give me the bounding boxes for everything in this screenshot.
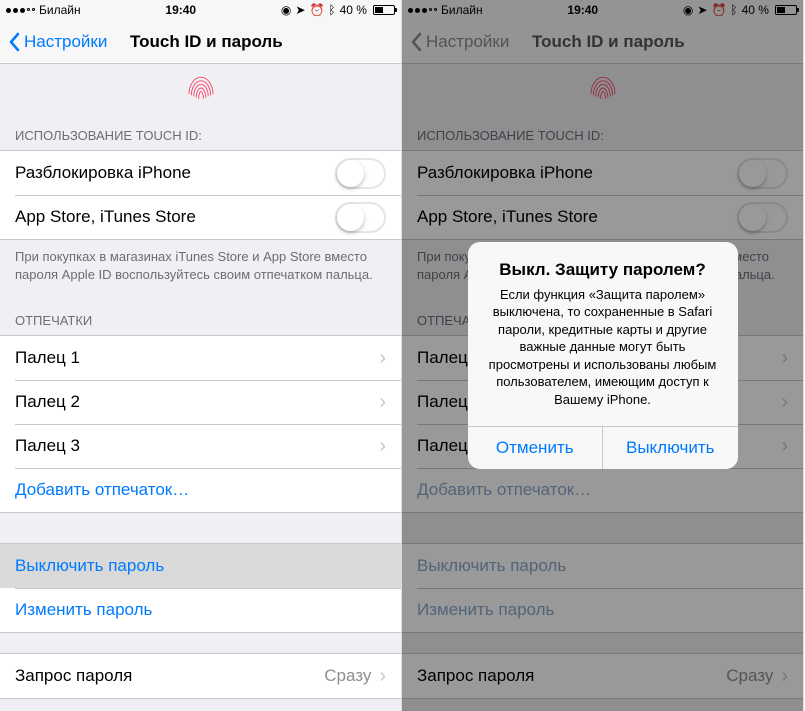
store-switch[interactable]	[335, 202, 386, 233]
signal-dots	[6, 8, 35, 13]
battery-icon	[371, 5, 395, 15]
disable-passcode-button[interactable]: Выключить пароль	[0, 544, 401, 588]
chevron-right-icon: ›	[379, 665, 386, 688]
unlock-label: Разблокировка iPhone	[15, 163, 191, 183]
require-passcode-row[interactable]: Запрос пароля Сразу ›	[0, 654, 401, 698]
finger-row-1[interactable]: Палец 1 ›	[0, 336, 401, 380]
nav-arrow-icon: ➤	[295, 3, 305, 17]
alert-cancel-button[interactable]: Отменить	[468, 427, 603, 469]
disable-passcode-label: Выключить пароль	[15, 556, 164, 576]
chevron-right-icon: ›	[379, 391, 386, 414]
finger-label: Палец 1	[15, 348, 80, 368]
finger-label: Палец 3	[15, 436, 80, 456]
unlock-iphone-row[interactable]: Разблокировка iPhone	[0, 151, 401, 195]
chevron-right-icon: ›	[379, 435, 386, 458]
section-prints-header: ОТПЕЧАТКИ	[0, 299, 401, 335]
unlock-switch[interactable]	[335, 158, 386, 189]
alert-title: Выкл. Защиту паролем?	[468, 242, 738, 282]
section-usage-header: ИСПОЛЬЗОВАНИЕ TOUCH ID:	[0, 114, 401, 150]
add-fingerprint-label: Добавить отпечаток…	[15, 480, 189, 500]
store-row[interactable]: App Store, iTunes Store	[0, 195, 401, 239]
screen-right: Билайн 19:40 ◉ ➤ ⏰ ᛒ 40 % Настройки Touc…	[402, 0, 804, 711]
nav-bar: Настройки Touch ID и пароль	[0, 20, 401, 64]
alert-message: Если функция «Защита паролем» выключена,…	[468, 282, 738, 427]
require-label: Запрос пароля	[15, 666, 132, 686]
battery-text: 40 %	[340, 3, 367, 17]
bluetooth-icon: ᛒ	[328, 3, 335, 17]
status-time: 19:40	[165, 3, 196, 17]
add-fingerprint-button[interactable]: Добавить отпечаток…	[0, 468, 401, 512]
change-passcode-label: Изменить пароль	[15, 600, 152, 620]
location-icon: ◉	[281, 3, 291, 17]
store-label: App Store, iTunes Store	[15, 207, 196, 227]
finger-row-2[interactable]: Палец 2 ›	[0, 380, 401, 424]
alarm-icon: ⏰	[309, 3, 324, 17]
fingerprint-icon	[0, 64, 401, 114]
alert-dialog: Выкл. Защиту паролем? Если функция «Защи…	[468, 242, 738, 470]
chevron-left-icon	[8, 32, 20, 52]
modal-overlay: Выкл. Защиту паролем? Если функция «Защи…	[402, 0, 803, 711]
back-label: Настройки	[24, 32, 107, 52]
change-passcode-button[interactable]: Изменить пароль	[0, 588, 401, 632]
finger-row-3[interactable]: Палец 3 ›	[0, 424, 401, 468]
carrier-label: Билайн	[39, 3, 81, 17]
back-button[interactable]: Настройки	[8, 32, 107, 52]
usage-footer: При покупках в магазинах iTunes Store и …	[0, 240, 401, 299]
require-value: Сразу	[324, 666, 371, 686]
alert-confirm-button[interactable]: Выключить	[602, 427, 738, 469]
finger-label: Палец 2	[15, 392, 80, 412]
screen-left: Билайн 19:40 ◉ ➤ ⏰ ᛒ 40 % Настройки Touc…	[0, 0, 402, 711]
status-bar: Билайн 19:40 ◉ ➤ ⏰ ᛒ 40 %	[0, 0, 401, 20]
chevron-right-icon: ›	[379, 347, 386, 370]
